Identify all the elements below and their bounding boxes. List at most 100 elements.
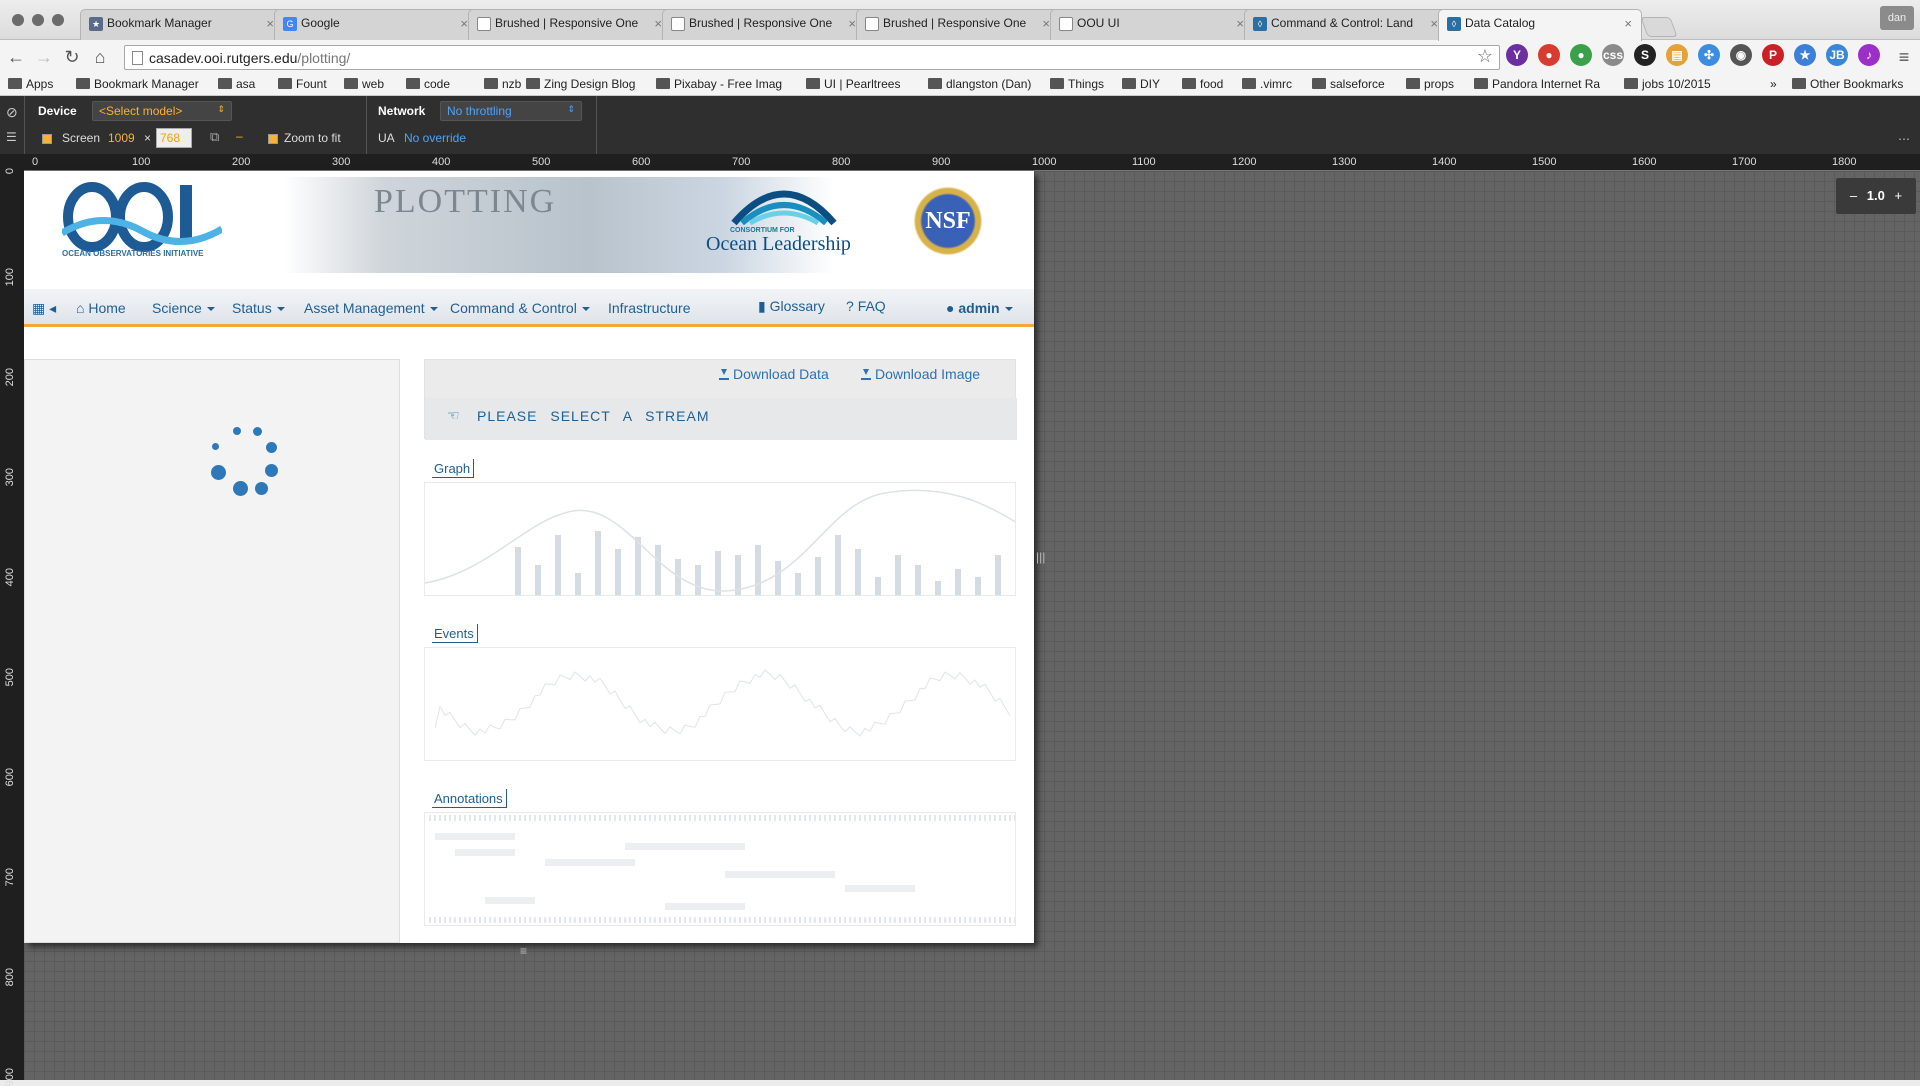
ruler-tick-label: 1000 bbox=[1032, 156, 1057, 168]
nav-infrastructure[interactable]: Infrastructure bbox=[608, 300, 690, 316]
other-bookmarks[interactable]: Other Bookmarks bbox=[1792, 77, 1903, 91]
maximize-window-button[interactable] bbox=[52, 14, 64, 26]
nav-status[interactable]: Status bbox=[232, 300, 285, 316]
home-icon[interactable]: ⌂ bbox=[88, 45, 112, 69]
extension-icon[interactable]: ▤ bbox=[1666, 44, 1688, 66]
screen-width-value[interactable]: 1009 bbox=[108, 131, 135, 145]
bookmark-item[interactable]: dlangston (Dan) bbox=[928, 77, 1031, 91]
media-query-icon[interactable]: ☰ bbox=[6, 130, 17, 144]
browser-tab[interactable]: Brushed | Responsive One × bbox=[468, 9, 672, 40]
bookmark-item[interactable]: Apps bbox=[8, 77, 53, 91]
close-window-button[interactable] bbox=[12, 14, 24, 26]
minimize-window-button[interactable] bbox=[32, 14, 44, 26]
extension-icon[interactable]: S bbox=[1634, 44, 1656, 66]
extension-icon[interactable]: P bbox=[1762, 44, 1784, 66]
extension-icon[interactable]: css bbox=[1602, 44, 1624, 66]
chrome-menu-icon[interactable]: ≡ bbox=[1892, 45, 1916, 69]
screen-height-input[interactable]: 768 bbox=[156, 128, 192, 148]
reload-icon[interactable]: ↻ bbox=[60, 45, 84, 69]
bookmark-item[interactable]: Fount bbox=[278, 77, 327, 91]
bookmark-item[interactable]: food bbox=[1182, 77, 1223, 91]
nav-glossary[interactable]: ▮ Glossary bbox=[758, 298, 825, 315]
zoom-in-button[interactable]: + bbox=[1894, 188, 1902, 203]
viewport-resize-handle-bottom[interactable]: ≡ bbox=[520, 944, 540, 958]
close-tab-icon[interactable]: × bbox=[266, 16, 274, 31]
zoom-out-button[interactable]: – bbox=[1850, 188, 1857, 203]
close-tab-icon[interactable]: × bbox=[1236, 16, 1244, 31]
extension-icon[interactable]: ◉ bbox=[1730, 44, 1752, 66]
nav-science[interactable]: Science bbox=[152, 300, 215, 316]
extension-icon[interactable]: ♪ bbox=[1858, 44, 1880, 66]
bookmarks-overflow-button[interactable]: » bbox=[1770, 77, 1777, 91]
bookmark-item[interactable]: Pandora Internet Ra bbox=[1474, 77, 1600, 91]
screen-label: Screen bbox=[62, 131, 101, 145]
close-tab-icon[interactable]: × bbox=[1624, 16, 1632, 31]
page-icon bbox=[671, 17, 685, 31]
folder-icon bbox=[278, 78, 292, 89]
nav-command-control[interactable]: Command & Control bbox=[450, 300, 590, 316]
close-tab-icon[interactable]: × bbox=[460, 16, 468, 31]
caret-down-icon bbox=[429, 307, 438, 312]
bookmark-star-icon[interactable]: ☆ bbox=[1477, 46, 1493, 67]
bookmark-item[interactable]: salseforce bbox=[1312, 77, 1385, 91]
back-icon[interactable]: ← bbox=[4, 45, 28, 69]
bookmark-item[interactable]: nzb bbox=[484, 77, 521, 91]
forward-icon[interactable]: → bbox=[32, 45, 56, 69]
browser-tab[interactable]: ◊ Command & Control: Land × bbox=[1244, 9, 1448, 40]
browser-tab[interactable]: OOU UI × bbox=[1050, 9, 1254, 40]
address-bar[interactable]: casadev.ooi.rutgers.edu/plotting/ ☆ bbox=[124, 45, 1500, 70]
network-throttle-select[interactable]: No throttling ⇕ bbox=[440, 101, 582, 121]
bookmark-item[interactable]: UI | Pearltrees bbox=[806, 77, 900, 91]
user-menu[interactable]: ● admin bbox=[946, 300, 1013, 316]
bookmark-item[interactable]: asa bbox=[218, 77, 255, 91]
bookmark-item[interactable]: jobs 10/2015 bbox=[1624, 77, 1711, 91]
close-tab-icon[interactable]: × bbox=[848, 16, 856, 31]
screen-checkbox[interactable] bbox=[42, 134, 52, 144]
bookmark-item[interactable]: Pixabay - Free Imag bbox=[656, 77, 782, 91]
extension-icon[interactable]: ● bbox=[1538, 44, 1560, 66]
extension-icon[interactable]: ✣ bbox=[1698, 44, 1720, 66]
browser-tab[interactable]: Brushed | Responsive One × bbox=[856, 9, 1060, 40]
extension-icon[interactable]: ● bbox=[1570, 44, 1592, 66]
bookmark-item[interactable]: Things bbox=[1050, 77, 1104, 91]
bookmark-item[interactable]: Bookmark Manager bbox=[76, 77, 199, 91]
browser-tab[interactable]: G Google × bbox=[274, 9, 478, 40]
extension-icon[interactable]: Y bbox=[1506, 44, 1528, 66]
download-data-link[interactable]: Download Data bbox=[719, 366, 829, 382]
browser-tab-active[interactable]: ◊ Data Catalog × bbox=[1438, 9, 1642, 41]
extension-icon[interactable]: JB bbox=[1826, 44, 1848, 66]
browser-tab[interactable]: ★ Bookmark Manager × bbox=[80, 9, 284, 40]
device-model-select[interactable]: <Select model> ⇕ bbox=[92, 101, 232, 121]
more-options-icon[interactable]: ⋯ bbox=[1898, 132, 1910, 146]
bookmark-item[interactable]: .vimrc bbox=[1242, 77, 1292, 91]
zoom-to-fit-checkbox[interactable] bbox=[268, 134, 278, 144]
folder-icon bbox=[928, 78, 942, 89]
star-icon: ★ bbox=[89, 17, 103, 31]
download-icon bbox=[719, 369, 729, 380]
ua-value[interactable]: No override bbox=[404, 131, 466, 145]
close-tab-icon[interactable]: × bbox=[1042, 16, 1050, 31]
nav-faq[interactable]: ? FAQ bbox=[846, 298, 886, 314]
swap-dimensions-icon[interactable]: ⧉ bbox=[210, 129, 219, 145]
close-tab-icon[interactable]: × bbox=[1430, 16, 1438, 31]
extension-icon[interactable]: ★ bbox=[1794, 44, 1816, 66]
bookmark-item[interactable]: web bbox=[344, 77, 384, 91]
bookmark-item[interactable]: Zing Design Blog bbox=[526, 77, 635, 91]
sidebar-toggle-icon[interactable]: ▦ ◂ bbox=[32, 300, 56, 317]
viewport-resize-handle-right[interactable]: ||| bbox=[1036, 550, 1045, 570]
download-image-link[interactable]: Download Image bbox=[861, 366, 980, 382]
profile-button[interactable]: dan bbox=[1880, 6, 1914, 30]
bookmark-item[interactable]: props bbox=[1406, 77, 1454, 91]
browser-tab[interactable]: Brushed | Responsive One × bbox=[662, 9, 866, 40]
nsf-logo[interactable]: NSF bbox=[910, 183, 986, 259]
nav-home[interactable]: ⌂ Home bbox=[76, 300, 126, 316]
disable-emulation-icon[interactable]: ⊘ bbox=[6, 104, 18, 121]
nav-asset-management[interactable]: Asset Management bbox=[304, 300, 438, 316]
ooi-icon: ◊ bbox=[1253, 17, 1267, 31]
bookmark-item[interactable]: code bbox=[406, 77, 450, 91]
close-tab-icon[interactable]: × bbox=[654, 16, 662, 31]
remove-icon[interactable]: – bbox=[236, 129, 243, 143]
tab-title: Data Catalog bbox=[1465, 16, 1536, 30]
new-tab-button[interactable] bbox=[1640, 17, 1678, 37]
bookmark-item[interactable]: DIY bbox=[1122, 77, 1160, 91]
